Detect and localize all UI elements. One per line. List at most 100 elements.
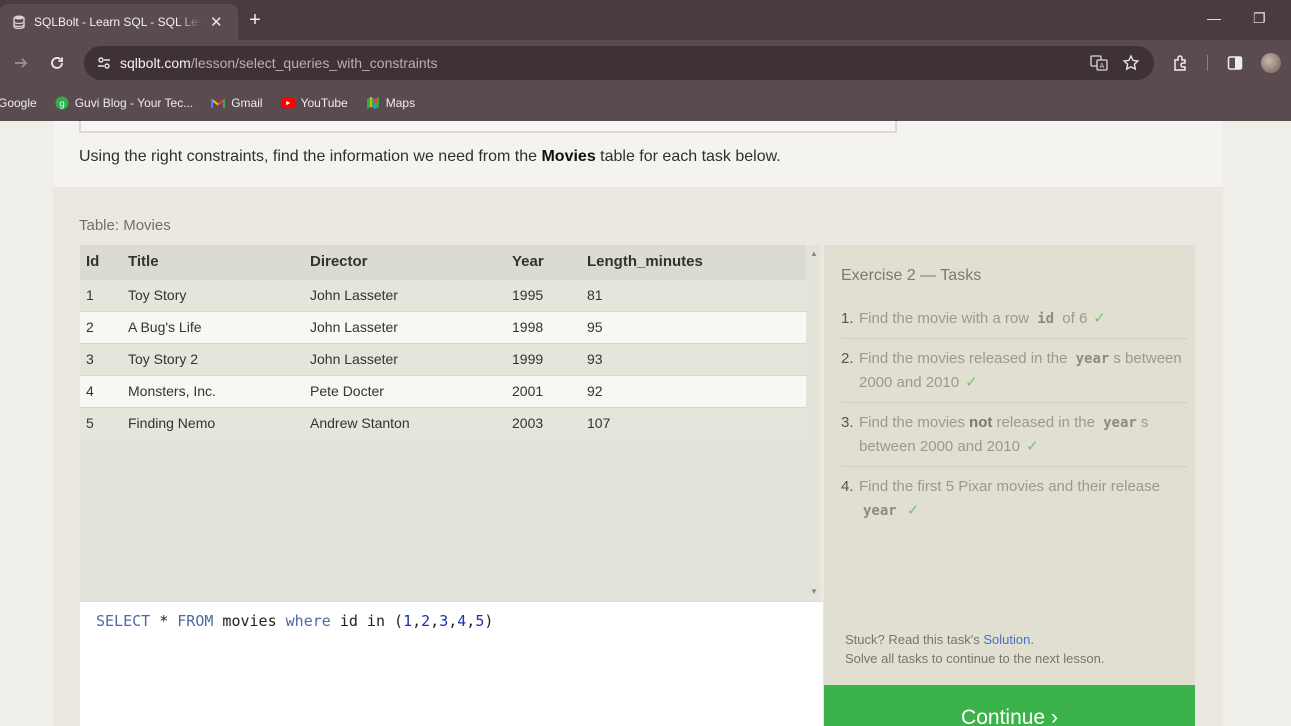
bookmark-label: Guvi Blog - Your Tec... <box>74 96 194 110</box>
intro-table-name: Movies <box>541 148 596 165</box>
movies-table: Id Title Director Year Length_minutes 1 … <box>80 245 806 439</box>
translate-icon[interactable]: A <box>1090 54 1108 72</box>
bookmark-guvi[interactable]: g Guvi Blog - Your Tec... <box>55 96 194 110</box>
col-header-year: Year <box>506 245 581 279</box>
bookmark-label: Maps <box>385 96 416 110</box>
cell-director: John Lasseter <box>304 310 506 343</box>
cell-director: John Lasseter <box>304 278 506 311</box>
cell-director: Andrew Stanton <box>304 406 506 439</box>
bookmark-label: Google <box>0 96 37 110</box>
tab-strip: SQLBolt - Learn SQL - SQL Less ✕ + — ❐ <box>0 0 1291 40</box>
address-bar[interactable]: sqlbolt.com/lesson/select_queries_with_c… <box>84 46 1154 80</box>
col-header-id: Id <box>80 245 122 279</box>
youtube-icon <box>280 96 295 110</box>
cell-length: 107 <box>581 406 806 439</box>
table-caption: Table: Movies <box>79 217 171 234</box>
bookmark-google[interactable]: Google <box>0 96 37 110</box>
check-icon: ✓ <box>965 374 978 391</box>
profile-avatar[interactable] <box>1261 53 1281 73</box>
intro-text: Using the right constraints, find the in… <box>79 148 781 165</box>
svg-text:A: A <box>1100 62 1105 70</box>
toolbar-separator <box>1207 55 1208 71</box>
previous-code-block <box>79 121 897 133</box>
col-header-length: Length_minutes <box>581 245 806 279</box>
extensions-icon[interactable] <box>1172 54 1190 72</box>
cell-year: 1999 <box>506 342 581 375</box>
minimize-icon[interactable]: — <box>1207 10 1221 26</box>
cell-length: 95 <box>581 310 806 343</box>
forward-button[interactable] <box>10 52 32 74</box>
site-info-icon[interactable] <box>96 55 112 71</box>
cell-length: 92 <box>581 374 806 407</box>
gmail-icon <box>211 96 226 110</box>
guvi-icon: g <box>55 96 69 110</box>
query-results-panel[interactable]: Id Title Director Year Length_minutes 1 … <box>80 245 820 601</box>
cell-title: Toy Story 2 <box>122 342 304 375</box>
check-icon: ✓ <box>1025 438 1039 455</box>
table-row: 4 Monsters, Inc. Pete Docter 2001 92 <box>80 374 806 407</box>
lesson-intro: Using the right constraints, find the in… <box>53 121 1223 187</box>
bookmark-star-icon[interactable] <box>1122 54 1140 72</box>
sql-editor[interactable]: SELECT * FROM movies where id in (1,2,3,… <box>80 601 823 726</box>
bookmark-maps[interactable]: Maps <box>366 96 415 110</box>
solve-all-note: Solve all tasks to continue to the next … <box>845 651 1105 666</box>
close-tab-icon[interactable]: ✕ <box>210 13 223 31</box>
col-header-title: Title <box>122 245 304 279</box>
task-item: 1. Find the movie with a row id of 6 ✓ <box>841 299 1188 339</box>
task-item: 2. Find the movies released in the year s … <box>841 339 1188 403</box>
tasks-panel: Exercise 2 — Tasks 1. Find the movie with… <box>824 245 1195 685</box>
cell-title: Toy Story <box>122 278 304 311</box>
arrow-right-icon <box>15 58 28 68</box>
cell-year: 2003 <box>506 406 581 439</box>
continue-button[interactable]: Continue › <box>824 685 1195 726</box>
cell-title: Finding Nemo <box>122 406 304 439</box>
cell-id: 3 <box>80 342 122 375</box>
bookmark-youtube[interactable]: YouTube <box>280 96 348 110</box>
cell-length: 93 <box>581 342 806 375</box>
sql-query-text[interactable]: SELECT * FROM movies where id in (1,2,3,… <box>96 612 493 630</box>
bookmarks-bar: Google g Guvi Blog - Your Tec... Gmail Y… <box>0 85 1291 121</box>
reload-icon <box>51 57 63 69</box>
task-item: 3. Find the movies not released in the ye… <box>841 403 1188 467</box>
table-row: 2 A Bug's Life John Lasseter 1998 95 <box>80 310 806 343</box>
bookmark-gmail[interactable]: Gmail <box>211 96 263 110</box>
page-viewport: Using the right constraints, find the in… <box>0 121 1291 726</box>
tasks-title: Exercise 2 — Tasks <box>841 267 982 284</box>
cell-year: 1995 <box>506 278 581 311</box>
stuck-hint: Stuck? Read this task's Solution. Solve … <box>845 632 1105 666</box>
tab-title: SQLBolt - Learn SQL - SQL Less <box>34 15 202 29</box>
cell-id: 4 <box>80 374 122 407</box>
scroll-down-arrow-icon[interactable]: ▼ <box>810 587 818 596</box>
url-path: /lesson/select_queries_with_constraints <box>190 55 438 71</box>
cell-year: 1998 <box>506 310 581 343</box>
restore-icon[interactable]: ❐ <box>1253 10 1266 27</box>
solution-link[interactable]: Solution <box>983 632 1030 647</box>
cell-id: 5 <box>80 406 122 439</box>
cell-title: Monsters, Inc. <box>122 374 304 407</box>
url-host: sqlbolt.com <box>120 55 191 71</box>
col-header-director: Director <box>304 245 506 279</box>
cell-year: 2001 <box>506 374 581 407</box>
cell-director: Pete Docter <box>304 374 506 407</box>
lesson-card: Using the right constraints, find the in… <box>53 121 1223 726</box>
browser-tab[interactable]: SQLBolt - Learn SQL - SQL Less ✕ <box>0 4 238 40</box>
table-row: 3 Toy Story 2 John Lasseter 1999 93 <box>80 342 806 375</box>
bookmark-label: Gmail <box>231 96 263 110</box>
cell-id: 2 <box>80 310 122 343</box>
cell-length: 81 <box>581 278 806 311</box>
table-row: 1 Toy Story John Lasseter 1995 81 <box>80 278 806 311</box>
new-tab-button[interactable]: + <box>244 9 266 31</box>
task-item: 4. Find the first 5 Pixar movies and thei… <box>841 478 1160 519</box>
table-row: 5 Finding Nemo Andrew Stanton 2003 107 <box>80 406 806 439</box>
check-icon: ✓ <box>906 502 920 519</box>
bookmark-label: YouTube <box>300 96 348 110</box>
reload-button[interactable] <box>46 52 68 74</box>
svg-text:g: g <box>59 100 65 110</box>
side-panel-icon[interactable] <box>1226 54 1244 72</box>
cell-title: A Bug's Life <box>122 310 304 343</box>
scroll-up-arrow-icon[interactable]: ▲ <box>810 249 818 258</box>
table-header-row: Id Title Director Year Length_minutes <box>80 245 806 279</box>
maps-icon <box>366 96 380 110</box>
cell-id: 1 <box>80 278 122 311</box>
cell-director: John Lasseter <box>304 342 506 375</box>
